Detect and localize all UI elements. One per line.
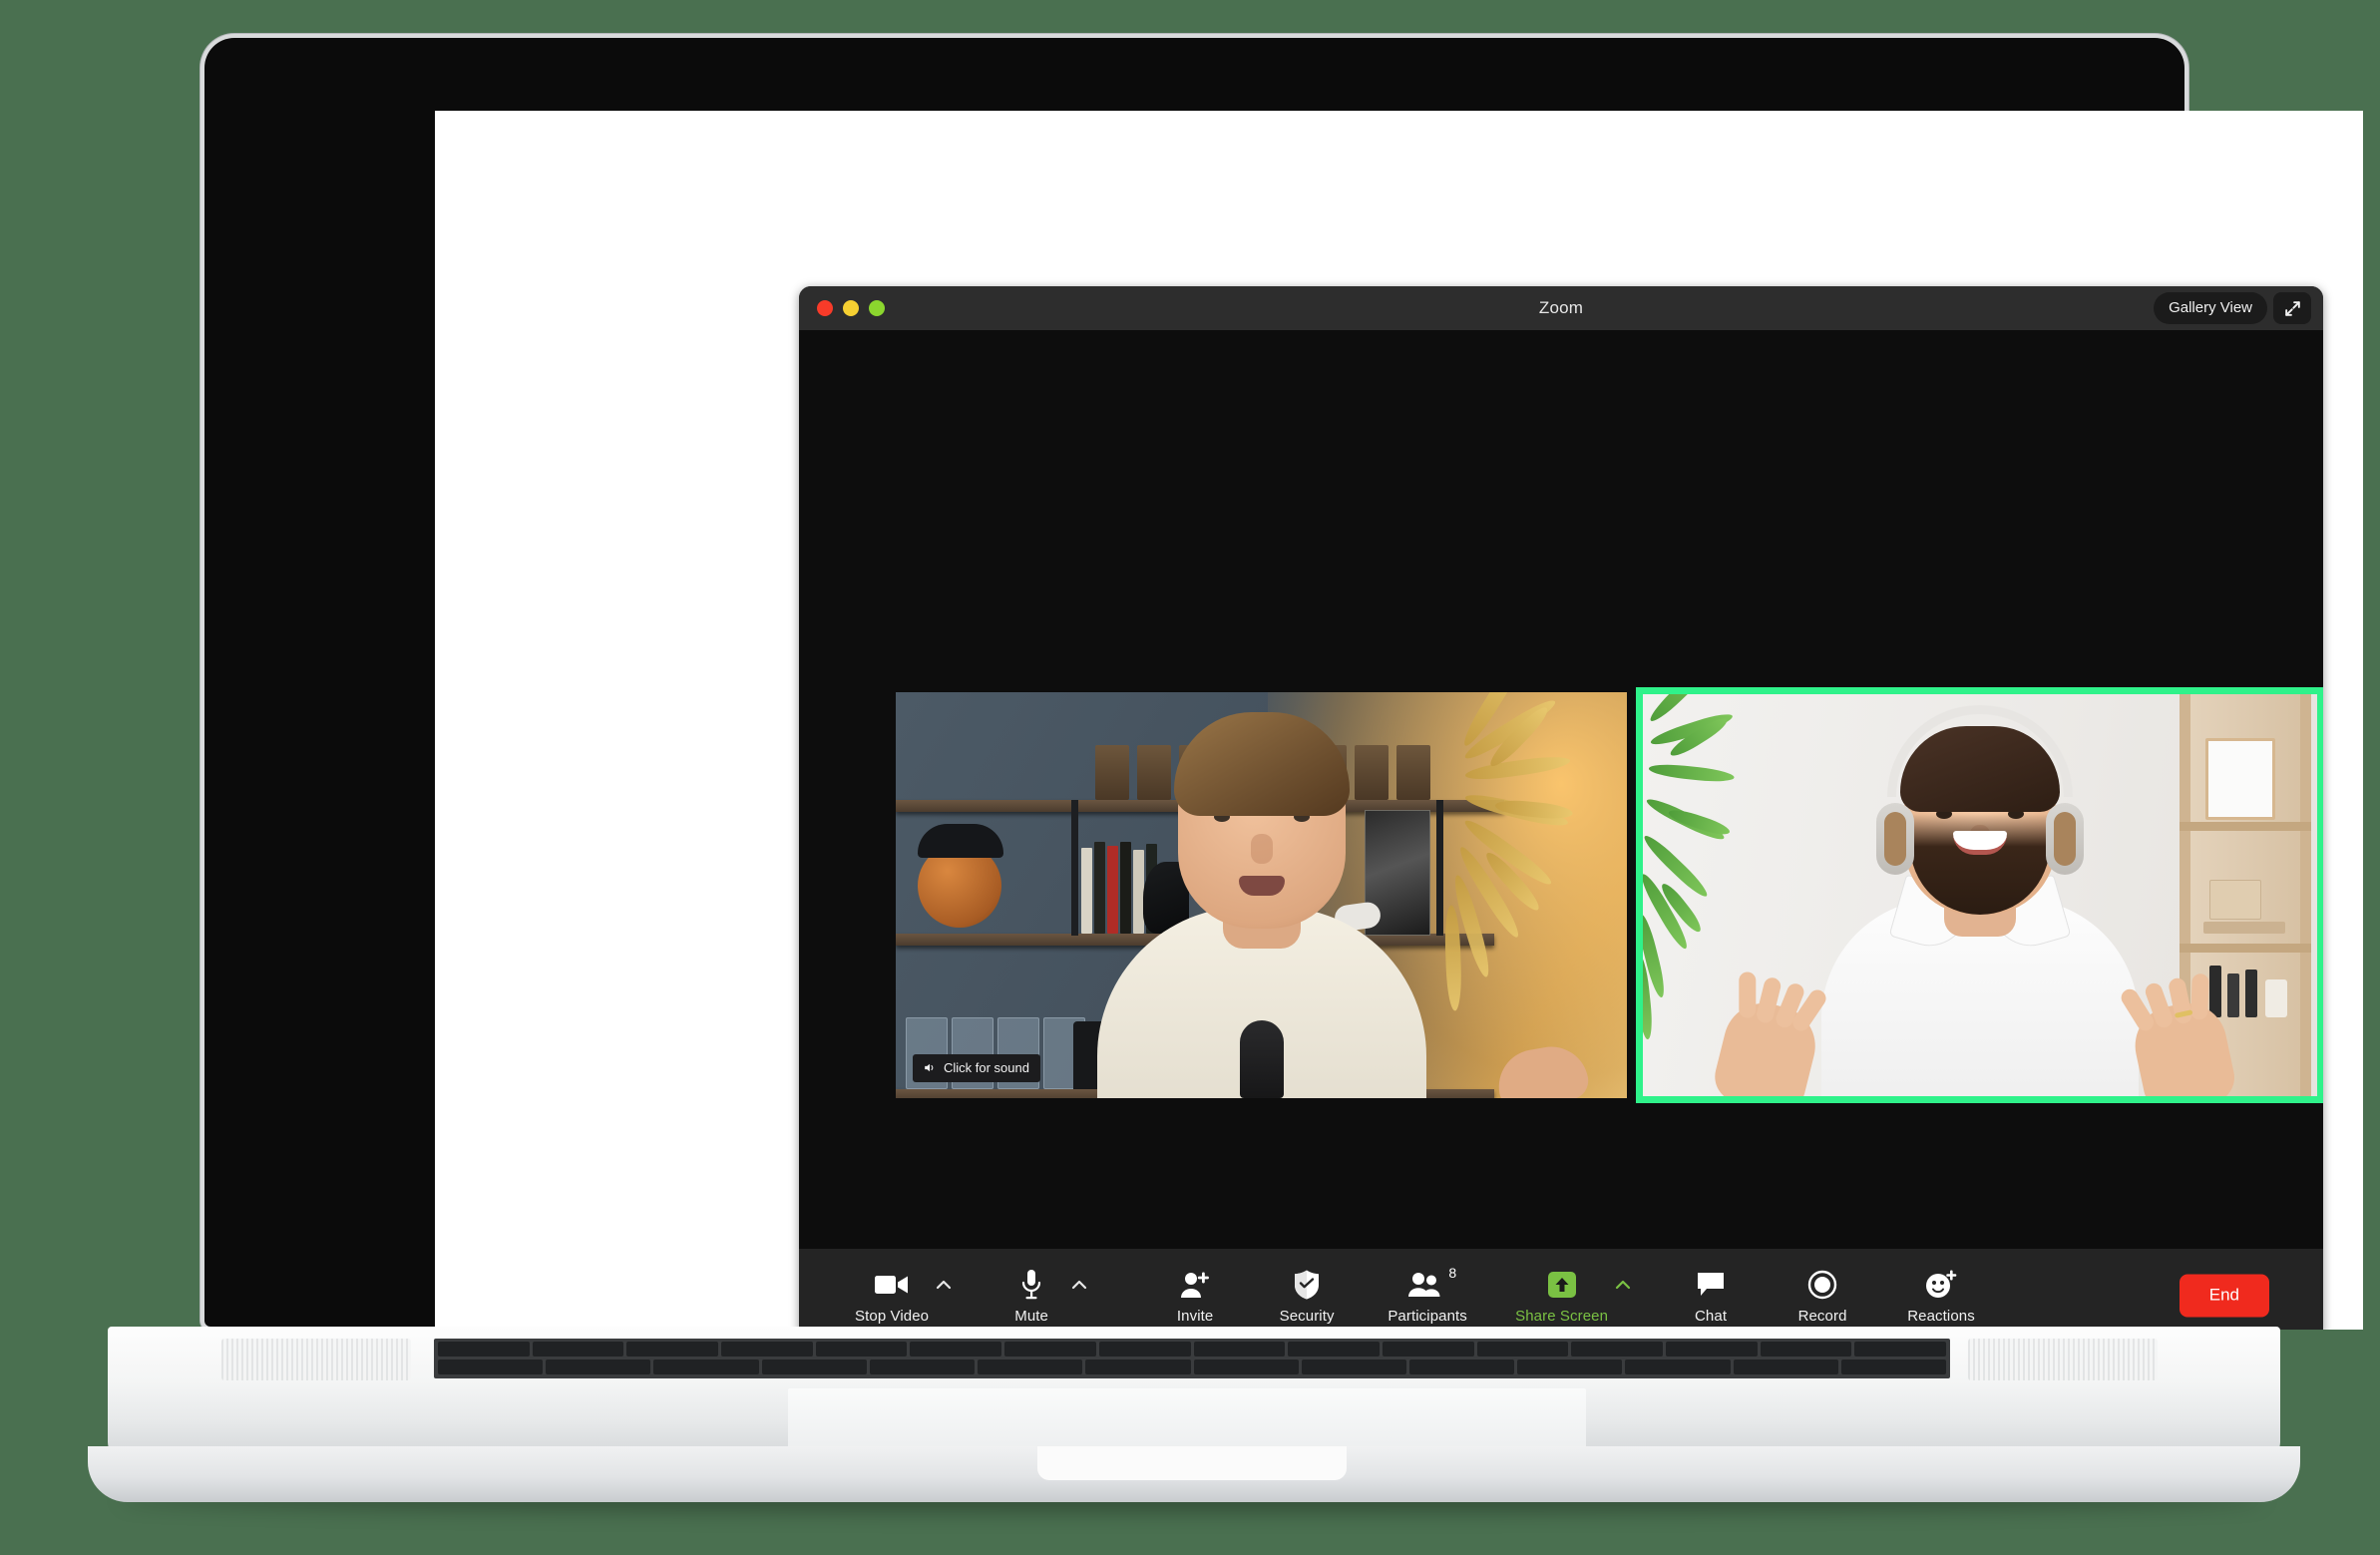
headphones-prop [1887,705,2073,797]
shield-icon [1294,1267,1320,1303]
chat-bubble-icon [1696,1267,1726,1303]
participants-button[interactable]: 8 Participants [1380,1265,1475,1325]
window-title: Zoom [1538,298,1584,317]
traffic-light-controls [817,286,885,330]
laptop-screen: Zoom Gallery View Click for sound Stop V… [435,111,2363,1330]
person-plus-icon [1180,1267,1210,1303]
record-button[interactable]: Record [1784,1267,1861,1325]
window-titlebar: Zoom Gallery View [799,286,2323,330]
speaker-grille-left [221,1339,411,1380]
chat-label: Chat [1695,1307,1728,1325]
plant-decor-right [1643,694,1757,1040]
click-for-sound-label: Click for sound [944,1060,1029,1075]
record-label: Record [1797,1307,1847,1325]
smiley-plus-icon [1925,1267,1957,1303]
gallery-view-button[interactable]: Gallery View [2154,292,2267,324]
click-for-sound-badge[interactable]: Click for sound [913,1054,1040,1082]
stop-video-label: Stop Video [855,1307,930,1325]
participant-right-hand-left [1709,972,1829,1096]
headphone-earcup-right [2046,803,2084,875]
cap-decor [918,824,1003,858]
participant-right-video [1643,694,2317,1096]
invite-button[interactable]: Invite [1156,1267,1234,1325]
meeting-controls-toolbar: Stop Video Mute Invite Security 8 Partic… [799,1249,2323,1330]
video-tile-participant-right[interactable] [1636,687,2323,1103]
zoom-app-window: Zoom Gallery View Click for sound Stop V… [799,286,2323,1330]
bottle-decor [2209,966,2221,1017]
stop-video-button[interactable]: Stop Video [849,1267,935,1325]
record-circle-icon [1807,1267,1837,1303]
titlebar-actions: Gallery View [2154,286,2311,330]
end-meeting-button[interactable]: End [2179,1274,2269,1317]
participants-count-badge: 8 [1448,1264,1457,1281]
bottle-decor [2227,973,2239,1017]
microphone-icon [1020,1267,1042,1303]
toolbar-left-group: Stop Video Mute Invite Security 8 Partic… [849,1265,1987,1325]
storage-box-decor [2209,880,2261,920]
headphone-earcup-left [1876,803,1914,875]
people-icon: 8 [1408,1265,1456,1303]
microphone-prop [1239,1020,1284,1098]
picture-frame-decor [2205,738,2275,820]
maximize-window-button[interactable] [869,300,885,316]
plant-decor-left [1421,692,1621,1017]
security-button[interactable]: Security [1268,1267,1346,1325]
chat-button[interactable]: Chat [1672,1267,1750,1325]
reactions-label: Reactions [1907,1307,1975,1325]
speaker-sound-icon [925,1063,934,1072]
video-stage: Click for sound [799,330,2323,1249]
laptop-front-notch [1037,1446,1347,1480]
mute-label: Mute [1014,1307,1048,1325]
fullscreen-icon[interactable] [2273,292,2311,324]
shelf-bracket [1071,812,1078,936]
participant-left-video: Click for sound [896,692,1627,1098]
security-label: Security [1279,1307,1335,1325]
bottle-decor [2245,970,2257,1017]
video-tile-participant-left[interactable]: Click for sound [896,692,1627,1098]
cup-decor [2265,979,2287,1017]
laptop-lid: Zoom Gallery View Click for sound Stop V… [204,38,2363,1330]
share-screen-button[interactable]: Share Screen [1509,1267,1614,1325]
share-screen-label: Share Screen [1515,1307,1609,1325]
participants-label: Participants [1388,1307,1467,1325]
share-arrow-icon [1546,1267,1578,1303]
laptop-keyboard [434,1339,1950,1378]
close-window-button[interactable] [817,300,833,316]
minimize-window-button[interactable] [843,300,859,316]
video-camera-icon [875,1267,909,1303]
books-decor [2203,922,2285,934]
mute-button[interactable]: Mute [992,1267,1070,1325]
speaker-grille-right [1968,1339,2158,1380]
reactions-button[interactable]: Reactions [1895,1267,1987,1325]
laptop-mockup: Zoom Gallery View Click for sound Stop V… [0,0,2380,1555]
invite-label: Invite [1176,1307,1214,1325]
laptop-trackpad [788,1388,1586,1454]
